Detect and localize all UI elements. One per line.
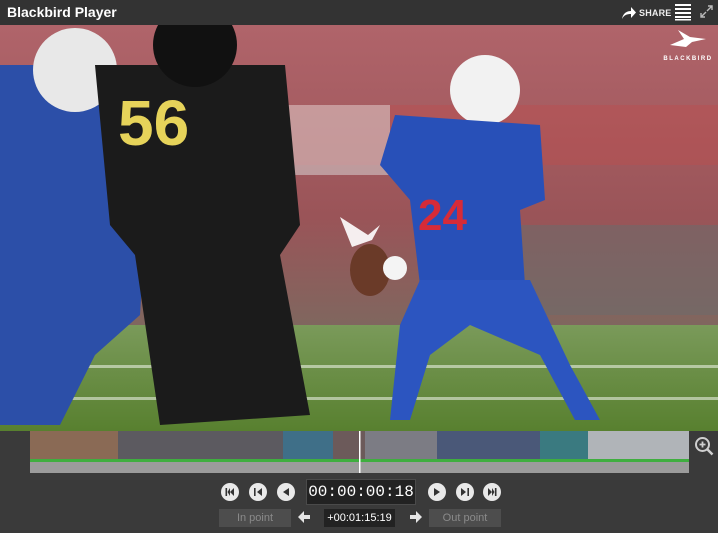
share-arrow-icon [622, 6, 636, 19]
svg-text:24: 24 [418, 191, 467, 240]
arrow-right-icon[interactable] [409, 509, 423, 525]
timecode-display: 00:00:00:18 [306, 479, 416, 505]
playhead[interactable] [359, 431, 361, 473]
step-forward-large-icon[interactable] [455, 482, 475, 502]
blackbird-bird-icon [670, 30, 706, 47]
duration-display: +00:01:15:19 [324, 509, 395, 527]
expand-icon[interactable] [700, 5, 713, 18]
out-point-button[interactable]: Out point [429, 509, 501, 527]
video-frame[interactable]: 56 24 [0, 25, 718, 431]
video-image: 56 24 [0, 25, 718, 431]
step-back-large-icon[interactable] [248, 482, 268, 502]
app-title: Blackbird Player [7, 4, 117, 20]
hamburger-menu-icon[interactable] [674, 3, 692, 21]
skip-to-end-icon[interactable] [482, 482, 502, 502]
step-back-icon[interactable] [276, 482, 296, 502]
arrow-left-icon[interactable] [297, 509, 311, 525]
title-bar: Blackbird Player SHARE [0, 0, 718, 25]
share-label: SHARE [639, 7, 672, 18]
logo-text: BLACKBIRD [663, 56, 713, 62]
step-forward-icon[interactable] [427, 482, 447, 502]
share-button[interactable]: SHARE [621, 4, 672, 21]
in-point-button[interactable]: In point [219, 509, 291, 527]
timeline-scrubber[interactable] [30, 431, 689, 473]
blackbird-logo: BLACKBIRD [660, 27, 716, 67]
skip-to-start-icon[interactable] [220, 482, 240, 502]
zoom-in-icon[interactable] [694, 436, 714, 456]
svg-text:56: 56 [118, 87, 189, 159]
timeline-thumbnails [30, 431, 689, 473]
